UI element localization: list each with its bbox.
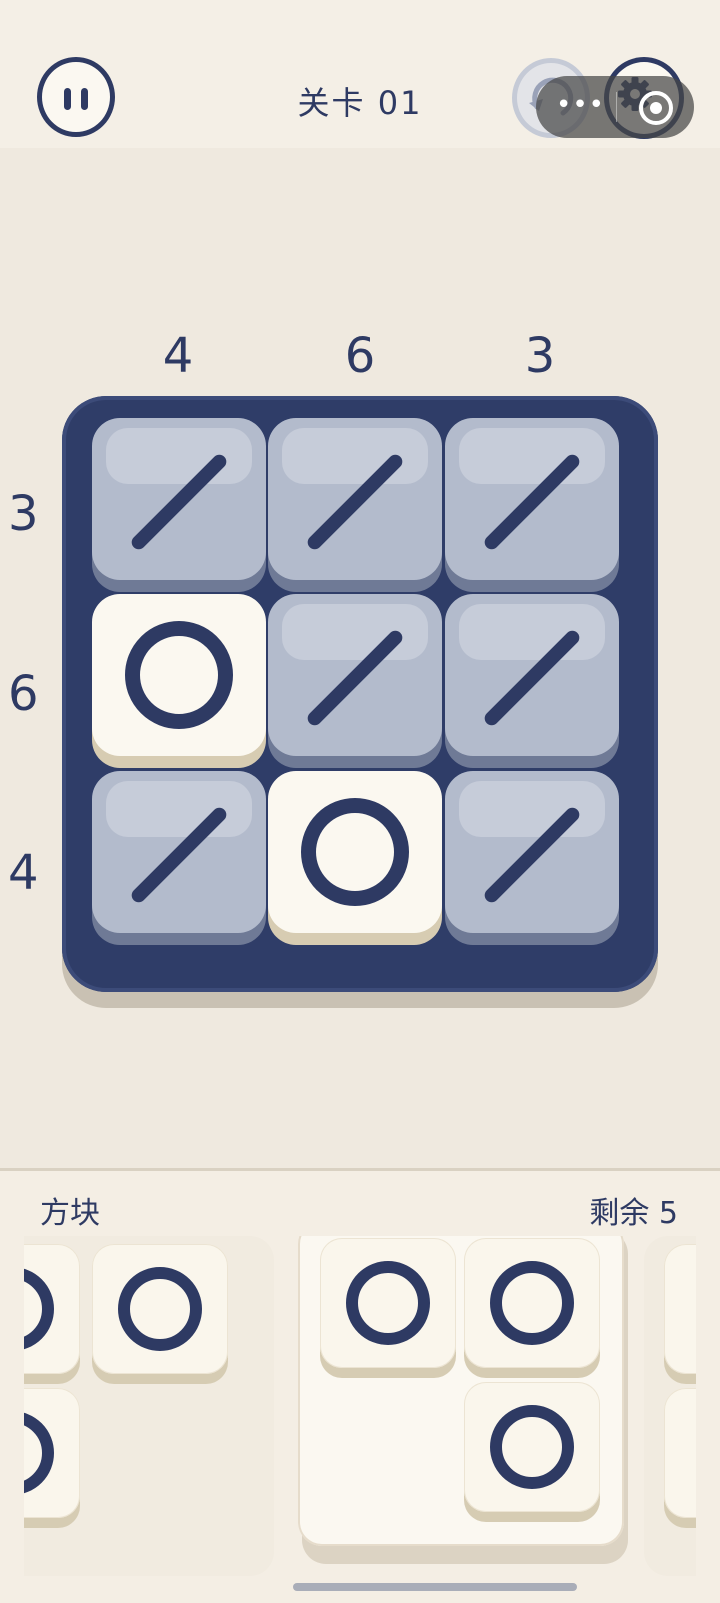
column-clue-1: 4 [162, 328, 194, 384]
circle-icon [301, 798, 409, 906]
board-cell-2-3[interactable] [445, 594, 619, 768]
column-clue-2: 6 [344, 328, 376, 384]
circle-icon [346, 1261, 430, 1345]
circle-icon [118, 1267, 202, 1351]
piece-carousel[interactable] [24, 1236, 696, 1586]
piece-tile [92, 1244, 228, 1384]
board-cell-1-2[interactable] [268, 418, 442, 592]
piece-tile [664, 1244, 696, 1384]
top-bar: 关卡 01 ••• [0, 0, 720, 148]
capsule-divider [616, 92, 617, 122]
piece-tile [24, 1388, 80, 1528]
board-cell-3-1[interactable] [92, 771, 266, 945]
circle-icon [490, 1405, 574, 1489]
circle-icon [490, 1261, 574, 1345]
row-clue-3: 4 [8, 845, 39, 901]
piece-tile [464, 1238, 600, 1378]
piece-tile [24, 1244, 80, 1384]
more-icon[interactable]: ••• [556, 90, 605, 120]
board-cell-1-1[interactable] [92, 418, 266, 592]
column-clue-3: 3 [524, 328, 556, 384]
board-cell-1-3[interactable] [445, 418, 619, 592]
tray-title: 方块 [40, 1196, 100, 1231]
board-cell-2-1[interactable] [92, 594, 266, 768]
piece-tile [320, 1238, 456, 1378]
row-clue-2: 6 [8, 666, 39, 722]
game-board [62, 396, 658, 992]
piece-tile [664, 1388, 696, 1528]
row-clue-1: 3 [8, 486, 39, 542]
mini-program-capsule: ••• [536, 76, 694, 138]
piece-tile [464, 1382, 600, 1522]
home-indicator [293, 1583, 577, 1591]
board-cell-2-2[interactable] [268, 594, 442, 768]
board-cell-3-2[interactable] [268, 771, 442, 945]
board-cell-3-3[interactable] [445, 771, 619, 945]
remaining-count: 剩余 5 [589, 1196, 678, 1231]
circle-icon [125, 621, 233, 729]
target-icon[interactable] [639, 91, 673, 125]
